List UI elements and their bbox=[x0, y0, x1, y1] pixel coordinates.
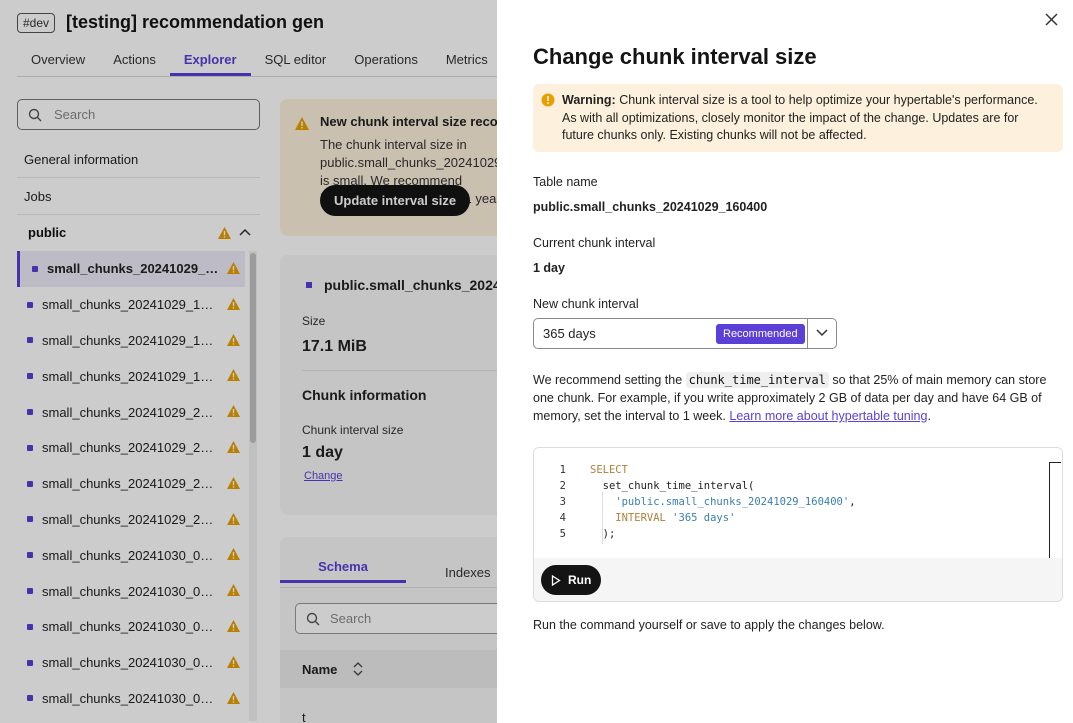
divider bbox=[807, 319, 808, 348]
code-toolbar: Run bbox=[534, 558, 1062, 601]
code-line: ); bbox=[590, 528, 616, 540]
new-interval-select[interactable]: 365 days Recommended bbox=[533, 318, 837, 349]
change-chunk-interval-drawer: Change chunk interval size Warning: Chun… bbox=[497, 0, 1073, 723]
line-number: 3 bbox=[559, 496, 566, 508]
footer-hint: Run the command yourself or save to appl… bbox=[533, 618, 885, 632]
current-interval-label: Current chunk interval bbox=[533, 236, 656, 250]
recommendation-paragraph: We recommend setting the chunk_time_inte… bbox=[533, 371, 1065, 425]
inline-code: chunk_time_interval bbox=[685, 372, 829, 388]
code-line: 'public.small_chunks_20241029_160400', bbox=[590, 496, 856, 508]
hypertable-tuning-link[interactable]: Learn more about hypertable tuning bbox=[729, 409, 927, 423]
modal-overlay[interactable] bbox=[0, 0, 497, 723]
warning-text: Warning: Chunk interval size is a tool t… bbox=[562, 92, 1052, 145]
close-icon[interactable] bbox=[1042, 10, 1062, 30]
current-interval-value: 1 day bbox=[533, 261, 565, 275]
code-punct: , bbox=[849, 496, 856, 508]
warning-callout: Warning: Chunk interval size is a tool t… bbox=[533, 84, 1063, 152]
paragraph-text: We recommend setting the bbox=[533, 373, 683, 387]
code-scrollbar[interactable] bbox=[1049, 462, 1061, 558]
recommended-badge: Recommended bbox=[716, 324, 805, 344]
warning-label: Warning: bbox=[562, 93, 616, 107]
line-number: 2 bbox=[559, 480, 566, 492]
code-line: set_chunk_time_interval( bbox=[590, 480, 755, 492]
sql-code-block: 1 SELECT 2 set_chunk_time_interval( 3 'p… bbox=[533, 447, 1063, 602]
new-interval-label: New chunk interval bbox=[533, 297, 639, 311]
table-name-value: public.small_chunks_20241029_160400 bbox=[533, 200, 768, 214]
code-line: INTERVAL '365 days' bbox=[590, 512, 735, 524]
run-button[interactable]: Run bbox=[541, 565, 602, 595]
line-number: 1 bbox=[559, 464, 566, 476]
play-icon bbox=[551, 574, 561, 586]
warning-circle-icon bbox=[541, 93, 555, 107]
period: . bbox=[927, 409, 931, 423]
table-name-label: Table name bbox=[533, 175, 598, 189]
code-keyword: INTERVAL bbox=[590, 512, 666, 524]
warning-body: Chunk interval size is a tool to help op… bbox=[562, 93, 1038, 143]
run-button-label: Run bbox=[568, 573, 592, 587]
line-number: 5 bbox=[559, 528, 566, 540]
code-editor[interactable]: 1 SELECT 2 set_chunk_time_interval( 3 'p… bbox=[534, 448, 1062, 558]
line-number: 4 bbox=[559, 512, 566, 524]
code-string: 'public.small_chunks_20241029_160400' bbox=[590, 496, 850, 508]
drawer-title: Change chunk interval size bbox=[533, 44, 817, 69]
code-line: SELECT bbox=[590, 464, 628, 476]
code-string: '365 days' bbox=[665, 512, 736, 524]
chevron-down-icon[interactable] bbox=[815, 327, 829, 339]
new-interval-value: 365 days bbox=[543, 326, 596, 341]
